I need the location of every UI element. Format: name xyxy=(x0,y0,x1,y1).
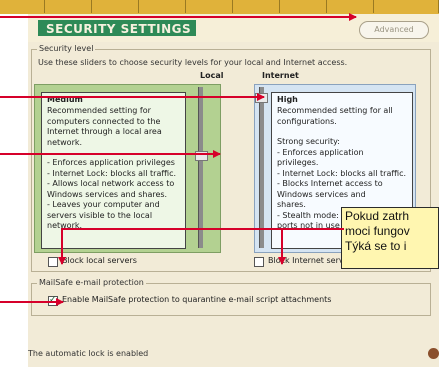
help-tooltip: Pokud zatrh moci fungov Týká se to i xyxy=(341,207,439,269)
tab[interactable] xyxy=(186,0,233,13)
block-internet-servers-checkbox[interactable] xyxy=(254,257,264,267)
status-text: The automatic lock is enabled xyxy=(28,349,149,358)
top-tab-strip xyxy=(0,0,439,15)
text-line: network. xyxy=(47,137,83,147)
text-line: servers visible to the local xyxy=(47,210,153,220)
text-line: Strong security: xyxy=(277,137,340,146)
tooltip-line: Pokud zatrh xyxy=(345,209,410,223)
text-line: - Enforces application privileges. xyxy=(277,147,364,168)
tab[interactable] xyxy=(92,0,139,13)
text-line: Recommended setting for xyxy=(47,106,151,115)
security-level-description: Use these sliders to choose security lev… xyxy=(38,58,348,67)
local-level-summary: Recommended setting for computers connec… xyxy=(47,106,180,148)
text-line: - Enforces application privileges xyxy=(47,158,175,167)
text-line: network. xyxy=(47,221,83,230)
internet-level-summary: Recommended setting for all configuratio… xyxy=(277,106,407,127)
checkmark-icon: ✓ xyxy=(49,295,57,305)
section-title-bar: SECURITY SETTINGS xyxy=(38,20,196,36)
local-heading: Local xyxy=(200,71,224,80)
block-local-servers-checkbox[interactable] xyxy=(48,257,58,267)
tab[interactable] xyxy=(374,0,439,13)
internet-slider-track[interactable] xyxy=(259,87,264,248)
tooltip-line: Týká se to i xyxy=(345,239,407,253)
text-line: Windows services and xyxy=(277,189,366,199)
internet-slider-thumb[interactable] xyxy=(255,93,268,103)
text-line: computers connected to the xyxy=(47,116,161,126)
mailsafe-label: Enable MailSafe protection to quarantine… xyxy=(62,295,332,304)
text-line: Windows services and shares. xyxy=(47,189,168,199)
text-line: - Internet Lock: blocks all traffic. xyxy=(47,168,177,178)
local-slider-thumb[interactable] xyxy=(195,151,208,161)
tab[interactable] xyxy=(280,0,327,13)
advanced-button[interactable]: Advanced xyxy=(359,21,429,39)
tab[interactable] xyxy=(233,0,280,13)
text-line: - Allows local network access to xyxy=(47,179,175,188)
internet-level-name: High xyxy=(277,95,298,104)
text-line: Internet through a local area xyxy=(47,127,162,136)
local-level-description: Medium Recommended setting for computers… xyxy=(41,92,186,249)
tab[interactable] xyxy=(327,0,374,13)
text-line: - Internet Lock: blocks all traffic. xyxy=(277,168,407,178)
section-header: SECURITY SETTINGS Advanced xyxy=(28,14,439,42)
section-title: SECURITY SETTINGS xyxy=(46,22,192,36)
left-margin xyxy=(0,14,28,367)
security-level-legend: Security level xyxy=(37,44,96,53)
tab[interactable] xyxy=(0,0,45,13)
block-local-servers-label: Block local servers xyxy=(62,256,137,265)
mailsafe-legend: MailSafe e-mail protection xyxy=(37,278,146,287)
local-level-name: Medium xyxy=(47,95,83,104)
mailsafe-checkbox[interactable]: ✓ xyxy=(48,295,58,306)
local-level-bullets: - Enforces application privileges - Inte… xyxy=(47,158,180,232)
tab[interactable] xyxy=(45,0,92,13)
internet-heading: Internet xyxy=(262,71,299,80)
text-line: Recommended setting for all xyxy=(277,106,393,115)
text-line: configurations. xyxy=(277,116,337,126)
tooltip-line: moci fungov xyxy=(345,224,410,238)
text-line: - Blocks Internet access to xyxy=(277,179,383,188)
text-line: - Leaves your computer and xyxy=(47,200,160,209)
tab[interactable] xyxy=(139,0,186,13)
lock-status-icon[interactable] xyxy=(428,348,439,359)
local-slider-track[interactable] xyxy=(198,87,203,248)
local-level-panel: Medium Recommended setting for computers… xyxy=(34,84,221,253)
